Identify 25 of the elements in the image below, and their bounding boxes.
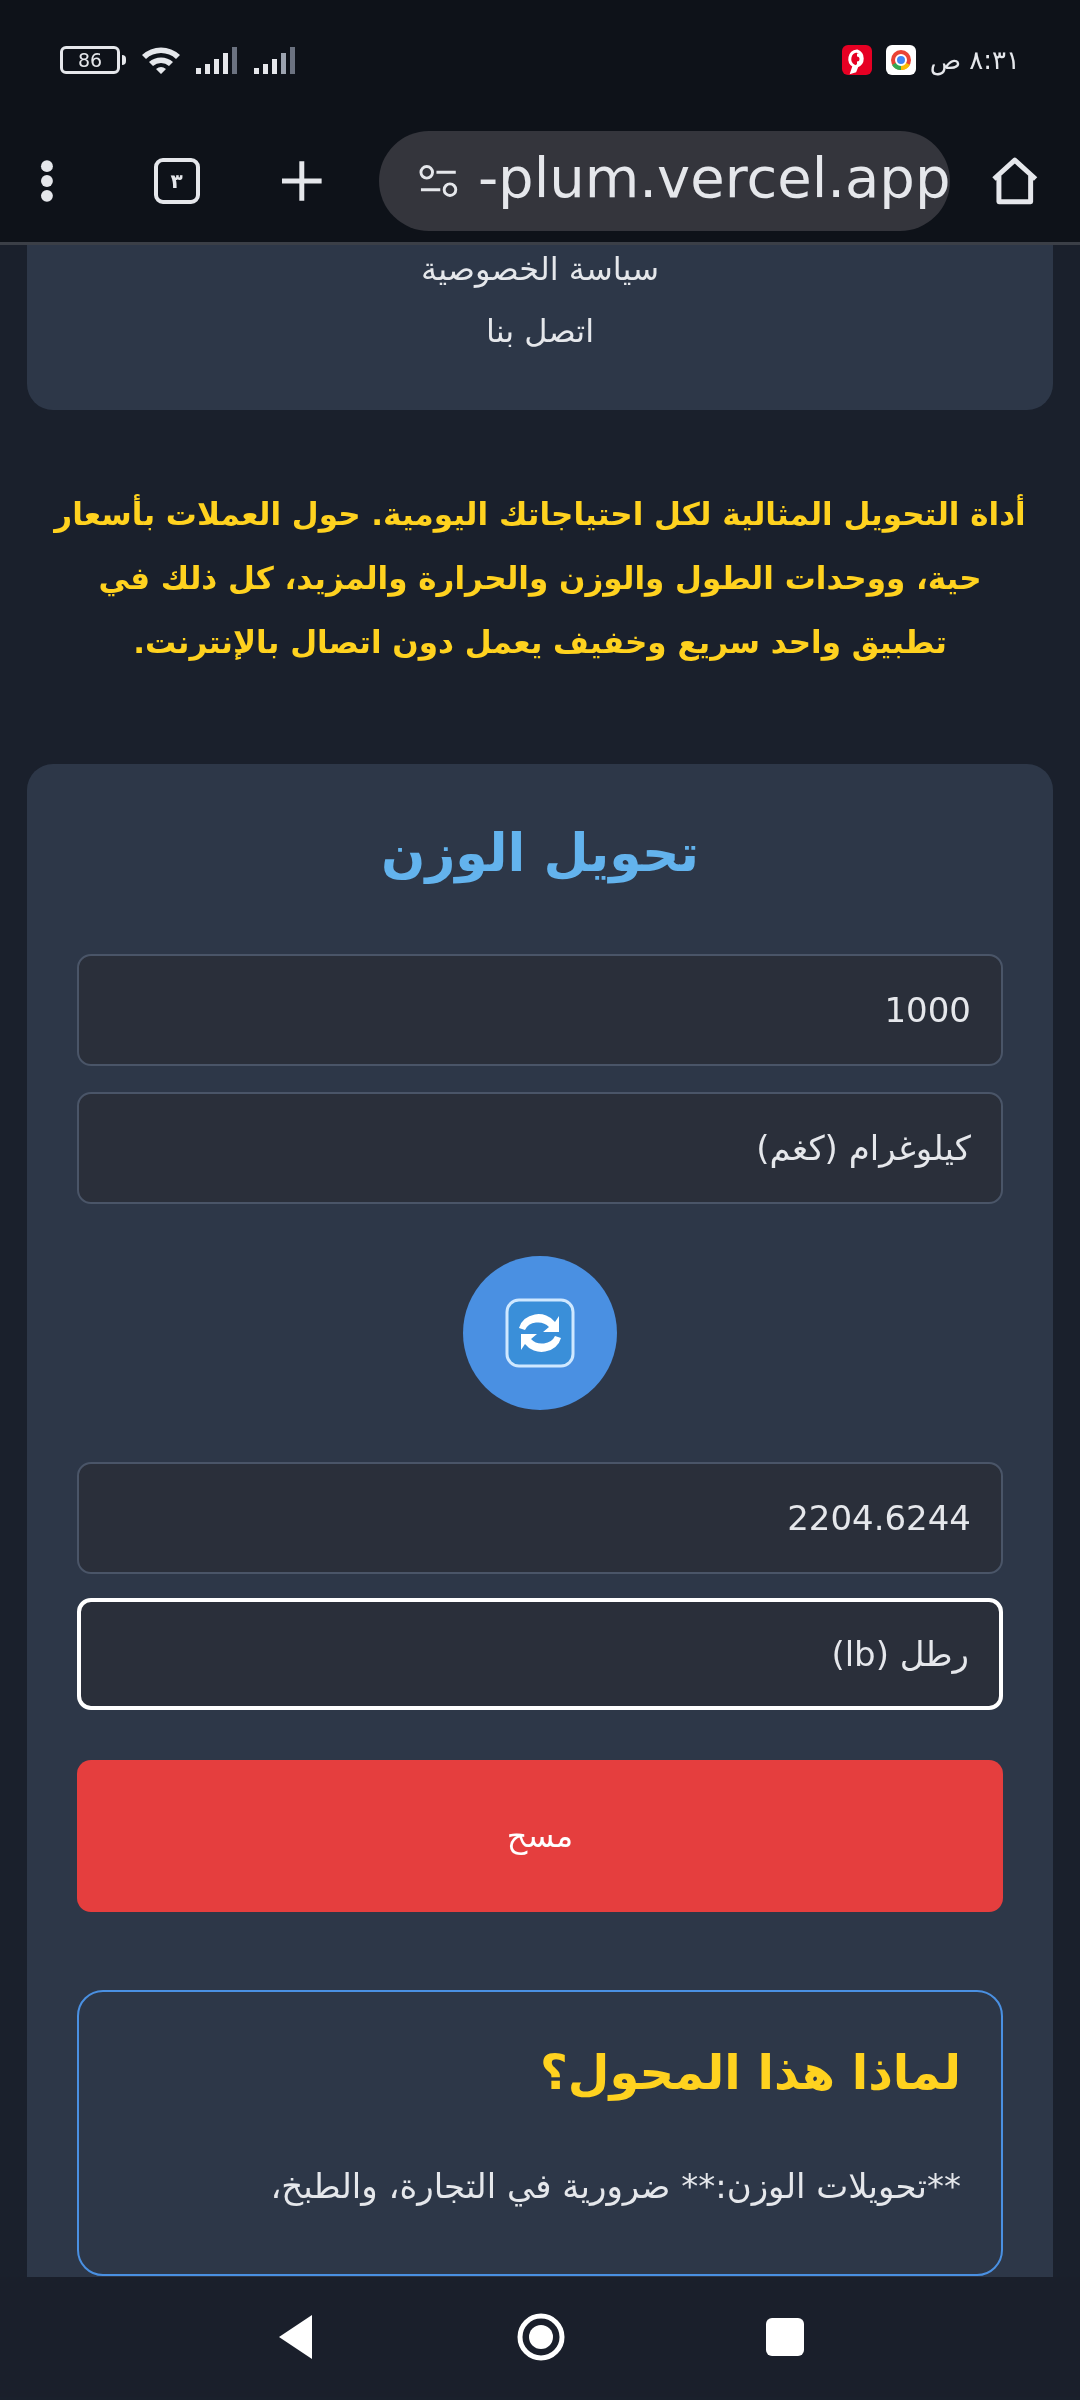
clock-time: ٨:٣١ ص — [929, 43, 1020, 78]
more-icon[interactable] — [40, 159, 54, 203]
unit-dropdown[interactable]: كيلوغرام (كغم) — [77, 1092, 1003, 1204]
intro-text: أداة التحويل المثالية لكل احتياجاتك اليومية. حول العملات بأسعار حية، ووحدات الطول والوزن والحرارة والمزيد، كل ذلك في تطبيق واحد سريع وخفيف يعمل دون اتصال بالإنترنت. — [52, 493, 1027, 663]
signal-icon — [254, 46, 298, 74]
info-title: لماذا هذا المحول؟ — [538, 2043, 961, 2103]
menu-link[interactable]: اتصل بنا — [485, 315, 595, 347]
signal-icon — [196, 46, 240, 74]
info-text: **تحويلات الوزن:** ضرورية في التجارة، والطبخ، — [269, 2165, 961, 2209]
clear-button[interactable]: مسح — [77, 1760, 1003, 1912]
converter-title: تحويل الوزن — [380, 822, 700, 886]
recents-icon[interactable] — [766, 2318, 804, 2356]
swap-icon — [505, 1298, 575, 1368]
site-settings-icon[interactable] — [419, 164, 458, 198]
home-icon[interactable] — [990, 157, 1040, 205]
unit-dropdown[interactable]: رطل (lb) — [77, 1598, 1003, 1710]
battery-level: 86 — [77, 50, 103, 70]
add-icon[interactable] — [279, 159, 324, 203]
url-bar[interactable]: -plum.vercel.app — [379, 131, 951, 231]
browser-app-icon — [885, 45, 916, 75]
number-field[interactable]: 1000 — [77, 954, 1003, 1066]
pin-app-icon — [841, 45, 872, 75]
url-text: -plum.vercel.app — [477, 150, 951, 212]
tab-switcher-button[interactable]: ٣ — [153, 158, 200, 204]
number-field[interactable]: 2204.6244 — [77, 1462, 1003, 1574]
